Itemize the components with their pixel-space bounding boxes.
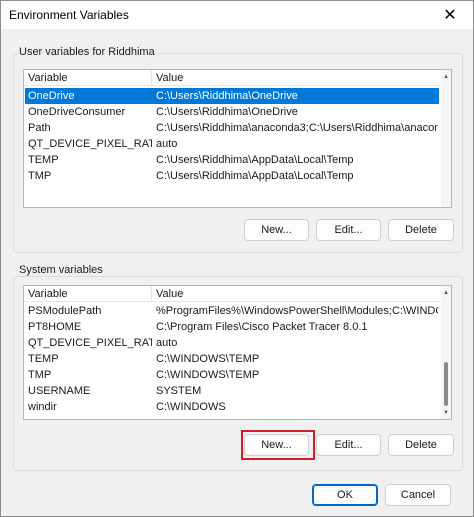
system-row-username[interactable]: USERNAME SYSTEM bbox=[25, 383, 439, 399]
user-row-path[interactable]: Path C:\Users\Riddhima\anaconda3;C:\User… bbox=[25, 120, 439, 136]
row-variable: TEMP bbox=[28, 154, 59, 166]
system-variables-label: System variables bbox=[18, 264, 104, 276]
row-variable: QT_DEVICE_PIXEL_RATIO bbox=[28, 138, 152, 150]
row-value: C:\Users\Riddhima\anaconda3;C:\Users\Rid… bbox=[156, 122, 438, 134]
row-value: %ProgramFiles%\WindowsPowerShell\Modules… bbox=[156, 305, 438, 317]
system-row-psmodulepath[interactable]: PSModulePath %ProgramFiles%\WindowsPower… bbox=[25, 303, 439, 319]
cancel-button[interactable]: Cancel bbox=[385, 484, 451, 506]
row-variable: TEMP bbox=[28, 353, 59, 365]
user-row-tmp[interactable]: TMP C:\Users\Riddhima\AppData\Local\Temp bbox=[25, 168, 439, 184]
row-variable: TMP bbox=[28, 369, 52, 381]
scroll-down-arrow-icon[interactable]: ▼ bbox=[441, 408, 451, 418]
row-variable: USERNAME bbox=[28, 385, 91, 397]
scroll-up-arrow-icon[interactable]: ▲ bbox=[441, 288, 451, 298]
row-value: C:\WINDOWS\TEMP bbox=[156, 369, 260, 381]
user-col-value[interactable]: Value bbox=[156, 72, 183, 84]
row-value: C:\Users\Riddhima\AppData\Local\Temp bbox=[156, 170, 354, 182]
user-col-separator[interactable] bbox=[151, 70, 152, 86]
row-variable: TMP bbox=[28, 170, 52, 182]
system-new-button[interactable]: New... bbox=[244, 434, 309, 456]
system-list-header: Variable Value bbox=[24, 286, 451, 302]
system-col-variable[interactable]: Variable bbox=[28, 288, 68, 300]
row-value: C:\Users\Riddhima\OneDrive bbox=[156, 90, 298, 102]
user-variables-label: User variables for Riddhima bbox=[18, 46, 156, 58]
system-list-scrollbar[interactable]: ▲ ▼ bbox=[441, 286, 451, 419]
row-value: C:\WINDOWS\TEMP bbox=[156, 353, 260, 365]
system-row-windir[interactable]: windir C:\WINDOWS bbox=[25, 399, 439, 415]
row-value: C:\WINDOWS bbox=[156, 401, 226, 413]
user-row-temp[interactable]: TEMP C:\Users\Riddhima\AppData\Local\Tem… bbox=[25, 152, 439, 168]
row-value: C:\Users\Riddhima\AppData\Local\Temp bbox=[156, 154, 354, 166]
ok-button[interactable]: OK bbox=[312, 484, 378, 506]
user-list-header: Variable Value bbox=[24, 70, 451, 86]
row-value: auto bbox=[156, 337, 178, 349]
user-list-scrollbar[interactable]: ▲ bbox=[441, 70, 451, 207]
system-row-qt-device-pixel-ratio[interactable]: QT_DEVICE_PIXEL_RATIO auto bbox=[25, 335, 439, 351]
system-col-separator[interactable] bbox=[151, 286, 152, 302]
row-variable: PSModulePath bbox=[28, 305, 102, 317]
system-col-value[interactable]: Value bbox=[156, 288, 183, 300]
user-variables-list[interactable]: Variable Value OneDrive C:\Users\Riddhim… bbox=[23, 69, 452, 208]
user-edit-button[interactable]: Edit... bbox=[316, 219, 381, 241]
row-value: C:\Users\Riddhima\OneDrive bbox=[156, 106, 298, 118]
environment-variables-dialog: Environment Variables ✕ User variables f… bbox=[0, 0, 474, 517]
system-delete-button[interactable]: Delete bbox=[388, 434, 454, 456]
close-icon[interactable]: ✕ bbox=[427, 1, 473, 29]
system-row-temp[interactable]: TEMP C:\WINDOWS\TEMP bbox=[25, 351, 439, 367]
row-value: auto bbox=[156, 138, 178, 150]
row-variable: Path bbox=[28, 122, 51, 134]
row-variable: PT8HOME bbox=[28, 321, 82, 333]
row-variable: QT_DEVICE_PIXEL_RATIO bbox=[28, 337, 152, 349]
row-variable: OneDriveConsumer bbox=[28, 106, 126, 118]
window-title: Environment Variables bbox=[9, 8, 129, 22]
user-new-button[interactable]: New... bbox=[244, 219, 309, 241]
user-row-onedrive[interactable]: OneDrive C:\Users\Riddhima\OneDrive bbox=[25, 88, 439, 104]
system-edit-button[interactable]: Edit... bbox=[316, 434, 381, 456]
user-row-onedriveconsumer[interactable]: OneDriveConsumer C:\Users\Riddhima\OneDr… bbox=[25, 104, 439, 120]
row-value: C:\Program Files\Cisco Packet Tracer 8.0… bbox=[156, 321, 368, 333]
user-col-variable[interactable]: Variable bbox=[28, 72, 68, 84]
user-delete-button[interactable]: Delete bbox=[388, 219, 454, 241]
system-row-pt8home[interactable]: PT8HOME C:\Program Files\Cisco Packet Tr… bbox=[25, 319, 439, 335]
title-bar: Environment Variables ✕ bbox=[1, 1, 473, 29]
system-row-tmp[interactable]: TMP C:\WINDOWS\TEMP bbox=[25, 367, 439, 383]
scroll-thumb[interactable] bbox=[444, 362, 448, 406]
row-variable: OneDrive bbox=[28, 90, 75, 102]
row-variable: windir bbox=[28, 401, 57, 413]
row-value: SYSTEM bbox=[156, 385, 202, 397]
system-variables-list[interactable]: Variable Value PSModulePath %ProgramFile… bbox=[23, 285, 452, 420]
user-row-qt-device-pixel-ratio[interactable]: QT_DEVICE_PIXEL_RATIO auto bbox=[25, 136, 439, 152]
scroll-up-arrow-icon[interactable]: ▲ bbox=[441, 72, 451, 82]
